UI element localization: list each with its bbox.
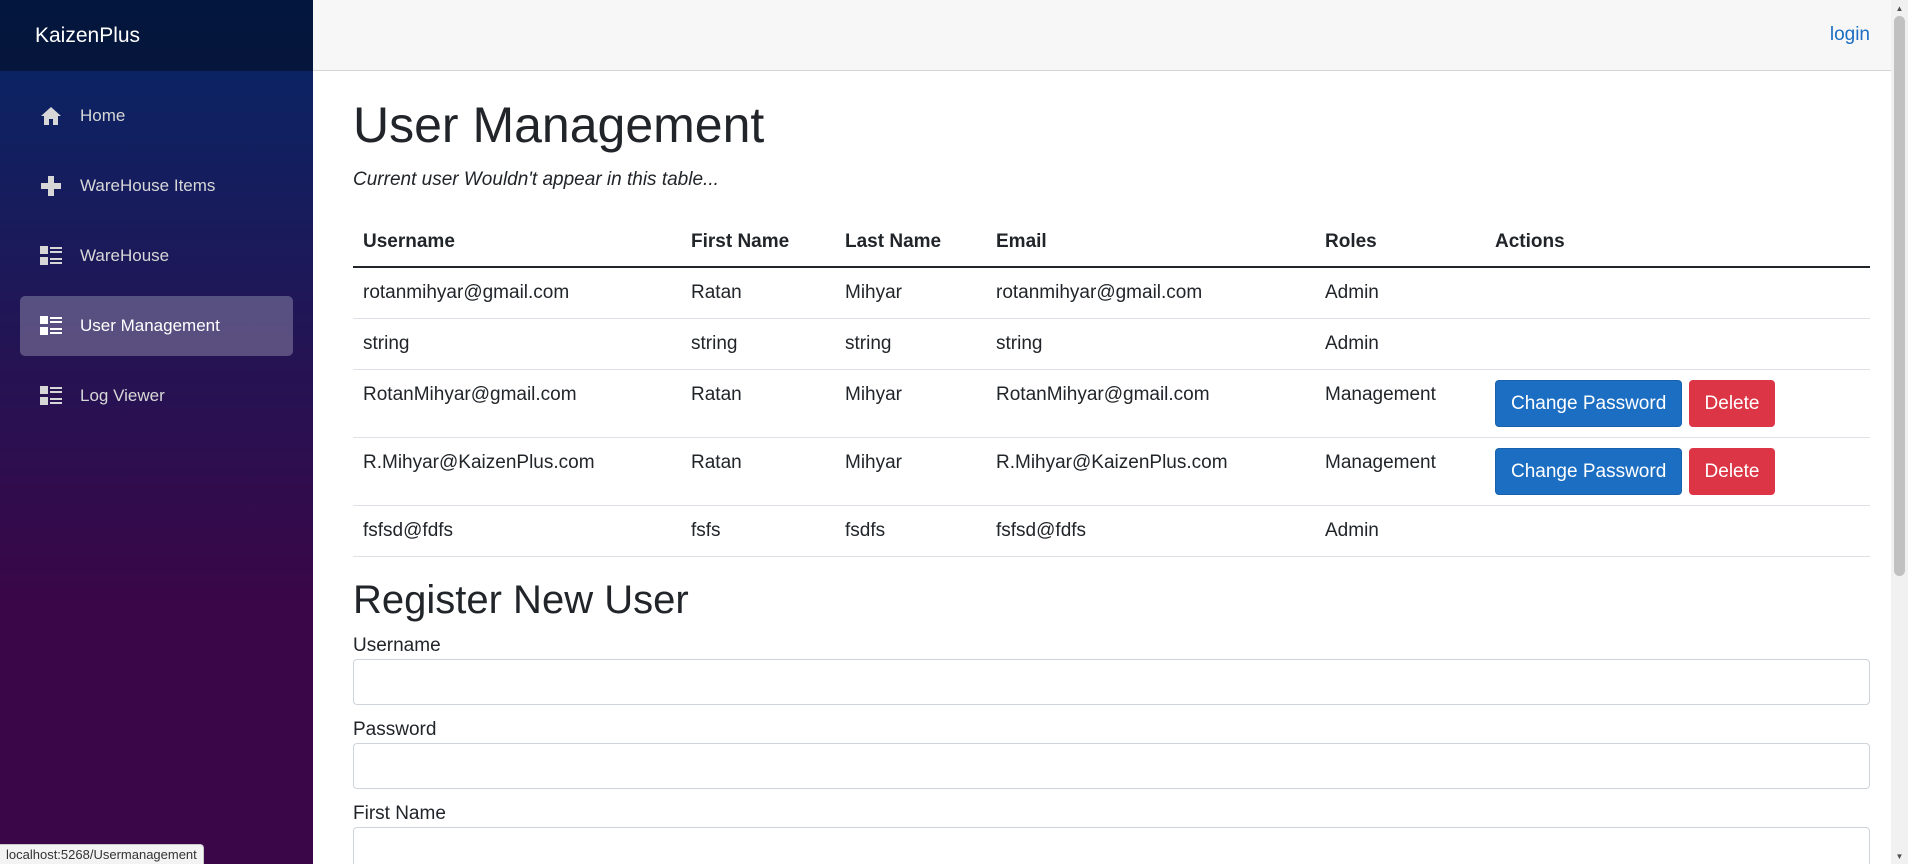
username-label: Username (353, 634, 441, 656)
sidebar-item-label: Log Viewer (80, 386, 165, 405)
sidebar-item-label: User Management (80, 316, 220, 335)
table-row: R.Mihyar@KaizenPlus.com Ratan Mihyar R.M… (353, 437, 1870, 506)
cell-first-name: string (681, 318, 835, 370)
vertical-scrollbar[interactable]: ▲ ▼ (1891, 0, 1908, 864)
delete-button[interactable]: Delete (1688, 379, 1776, 427)
users-table: Username First Name Last Name Email Role… (353, 217, 1870, 557)
sidebar: KaizenPlus Home WareHouse Items WareHous… (0, 0, 313, 864)
cell-roles: Admin (1315, 267, 1485, 319)
table-row: fsfsd@fdfs fsfs fsdfs fsfsd@fdfs Admin (353, 505, 1870, 557)
status-bar-url: localhost:5268/Usermanagement (0, 844, 204, 864)
sidebar-item-warehouse-items[interactable]: WareHouse Items (20, 156, 293, 216)
table-header-row: Username First Name Last Name Email Role… (353, 217, 1870, 268)
table-row: RotanMihyar@gmail.com Ratan Mihyar Rotan… (353, 369, 1870, 438)
column-header-roles: Roles (1315, 217, 1485, 268)
sidebar-item-label: Home (80, 106, 126, 125)
sidebar-item-warehouse[interactable]: WareHouse (20, 226, 293, 286)
change-password-button[interactable]: Change Password (1495, 379, 1683, 427)
table-row: rotanmihyar@gmail.com Ratan Mihyar rotan… (353, 267, 1870, 319)
table-row: string string string string Admin (353, 318, 1870, 370)
cell-email: string (986, 318, 1315, 370)
cell-actions: Change Password Delete (1485, 369, 1870, 438)
plus-icon (40, 175, 62, 197)
sidebar-item-user-management[interactable]: User Management (20, 296, 293, 356)
page-subtitle: Current user Wouldn't appear in this tab… (353, 169, 719, 190)
sidebar-item-label: WareHouse Items (80, 176, 216, 195)
password-input[interactable] (353, 742, 1870, 789)
username-input[interactable] (353, 658, 1870, 705)
brand-bar: KaizenPlus (0, 0, 313, 71)
cell-username: string (353, 318, 681, 370)
cell-roles: Admin (1315, 318, 1485, 370)
first-name-label: First Name (353, 802, 446, 824)
form-group-first-name: First Name (353, 803, 1870, 864)
cell-email: RotanMihyar@gmail.com (986, 369, 1315, 438)
login-link[interactable]: login (1830, 24, 1870, 46)
column-header-last-name: Last Name (835, 217, 986, 268)
cell-first-name: fsfs (681, 505, 835, 557)
cell-email: R.Mihyar@KaizenPlus.com (986, 437, 1315, 506)
cell-username: R.Mihyar@KaizenPlus.com (353, 437, 681, 506)
list-rich-icon (40, 315, 62, 337)
form-group-username: Username (353, 635, 1870, 705)
main-content: User Management Current user Wouldn't ap… (353, 71, 1870, 864)
cell-email: fsfsd@fdfs (986, 505, 1315, 557)
delete-button[interactable]: Delete (1688, 447, 1776, 495)
column-header-first-name: First Name (681, 217, 835, 268)
cell-first-name: Ratan (681, 267, 835, 319)
list-rich-icon (40, 385, 62, 407)
cell-username: rotanmihyar@gmail.com (353, 267, 681, 319)
sidebar-item-log-viewer[interactable]: Log Viewer (20, 366, 293, 426)
column-header-username: Username (353, 217, 681, 268)
scrollbar-thumb[interactable] (1894, 16, 1905, 576)
cell-actions: Change Password Delete (1485, 437, 1870, 506)
scroll-down-icon[interactable]: ▼ (1891, 848, 1908, 864)
cell-actions (1485, 505, 1870, 557)
cell-last-name: fsdfs (835, 505, 986, 557)
cell-email: rotanmihyar@gmail.com (986, 267, 1315, 319)
cell-actions (1485, 318, 1870, 370)
app-root: KaizenPlus Home WareHouse Items WareHous… (0, 0, 1908, 864)
form-group-password: Password (353, 719, 1870, 789)
cell-last-name: Mihyar (835, 437, 986, 506)
password-label: Password (353, 718, 437, 740)
cell-roles: Management (1315, 369, 1485, 438)
cell-actions (1485, 267, 1870, 319)
cell-username: RotanMihyar@gmail.com (353, 369, 681, 438)
cell-roles: Management (1315, 437, 1485, 506)
top-row: login (313, 0, 1908, 71)
change-password-button[interactable]: Change Password (1495, 447, 1683, 495)
cell-last-name: Mihyar (835, 267, 986, 319)
cell-first-name: Ratan (681, 437, 835, 506)
cell-username: fsfsd@fdfs (353, 505, 681, 557)
column-header-email: Email (986, 217, 1315, 268)
cell-last-name: Mihyar (835, 369, 986, 438)
register-section-title: Register New User (353, 577, 689, 622)
cell-last-name: string (835, 318, 986, 370)
scroll-up-icon[interactable]: ▲ (1891, 0, 1908, 16)
first-name-input[interactable] (353, 826, 1870, 864)
cell-first-name: Ratan (681, 369, 835, 438)
sidebar-item-home[interactable]: Home (20, 86, 293, 146)
column-header-actions: Actions (1485, 217, 1870, 268)
list-rich-icon (40, 245, 62, 267)
sidebar-item-label: WareHouse (80, 246, 170, 265)
cell-roles: Admin (1315, 505, 1485, 557)
sidebar-nav: Home WareHouse Items WareHouse User Mana… (0, 71, 313, 426)
brand-name[interactable]: KaizenPlus (35, 24, 140, 48)
home-icon (40, 105, 62, 127)
page-title: User Management (353, 97, 765, 153)
